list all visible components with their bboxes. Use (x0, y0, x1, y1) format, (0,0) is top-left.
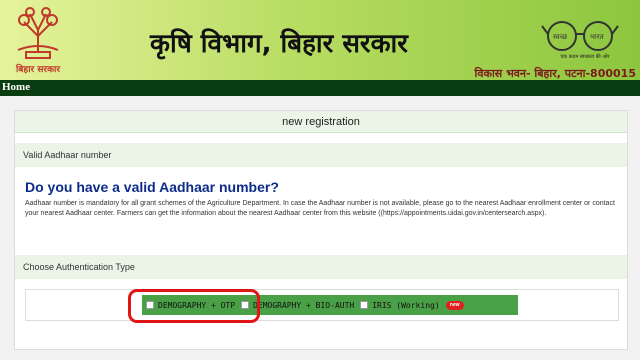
auth-type-section-label: Choose Authentication Type (15, 255, 627, 279)
logo-caption: बिहार सरकार (15, 65, 61, 75)
option-label: IRIS (Working) (372, 300, 440, 310)
bodhi-tree-emblem-icon (17, 7, 59, 59)
option-demography-bio-auth[interactable]: DEMOGRAPHY + BIO-AUTH (241, 301, 354, 310)
auth-options-container: DEMOGRAPHY + OTP DEMOGRAPHY + BIO-AUTH I… (25, 289, 619, 321)
option-iris[interactable]: IRIS (Working) (360, 300, 440, 310)
aadhaar-section-label: Valid Aadhaar number (15, 143, 627, 167)
option-demography-otp[interactable]: DEMOGRAPHY + OTP (146, 301, 235, 310)
option-label: DEMOGRAPHY + OTP (158, 300, 236, 310)
logo-tagline: एक कदम स्वच्छता की ओर (560, 54, 610, 60)
bharat-word: भारत (590, 33, 605, 41)
option-label: DEMOGRAPHY + BIO-AUTH (253, 300, 355, 310)
page-title: कृषि विभाग, बिहार सरकार (150, 29, 408, 59)
checkbox-iris[interactable] (360, 301, 369, 309)
panel-heading: new registration (15, 111, 627, 133)
aadhaar-description: Aadhaar number is mandatory for all gran… (25, 200, 615, 217)
checkbox-demography-otp[interactable] (146, 301, 154, 309)
checkbox-demography-bio-auth[interactable] (241, 301, 250, 309)
main-nav: Home (0, 80, 640, 96)
spectacles-icon: स्वच्छ भारत (541, 21, 619, 51)
swachh-word: स्वच्छ (553, 33, 568, 41)
swachh-bharat-logo: स्वच्छ भारत एक कदम स्वच्छता की ओर (540, 14, 620, 60)
registration-panel: new registration Valid Aadhaar number Do… (14, 110, 628, 350)
bihar-govt-logo: बिहार सरकार (6, 6, 70, 76)
site-header: बिहार सरकार कृषि विभाग, बिहार सरकार स्वच… (0, 0, 640, 80)
office-address: विकास भवन- बिहार, पटना-800015 (474, 67, 636, 80)
auth-options-bar: DEMOGRAPHY + OTP DEMOGRAPHY + BIO-AUTH I… (142, 295, 518, 315)
aadhaar-question: Do you have a valid Aadhaar number? (25, 179, 279, 195)
nav-home-link[interactable]: Home (2, 81, 30, 93)
new-badge-icon: new (445, 300, 464, 310)
